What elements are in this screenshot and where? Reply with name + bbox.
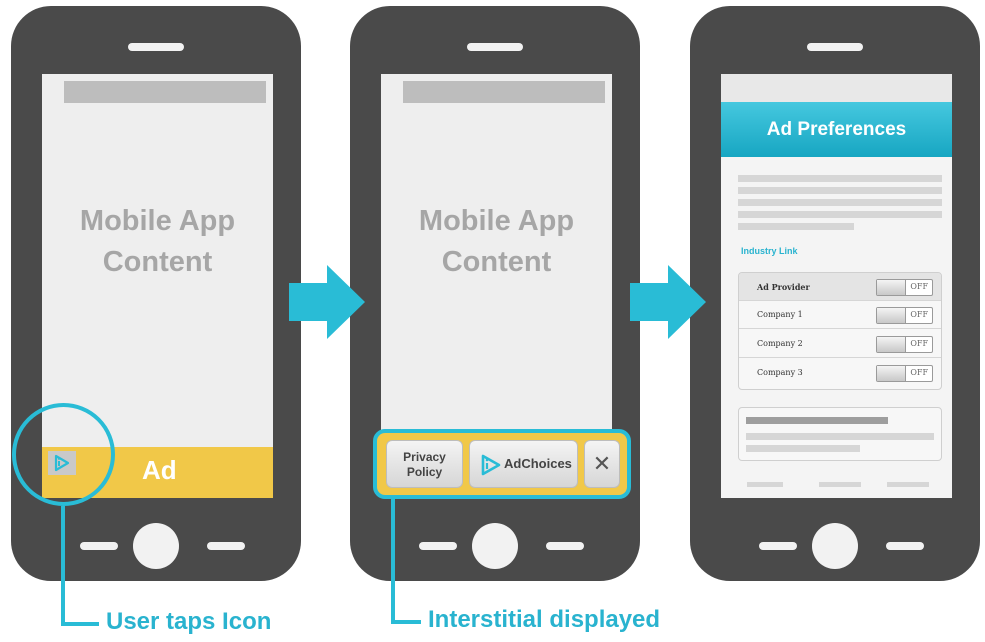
provider-label: Company 3 [757, 368, 803, 377]
callout-connector [61, 622, 99, 626]
screen-top-bar [403, 81, 605, 103]
phone-speaker [807, 43, 863, 51]
callout-connector [391, 620, 421, 624]
flow-arrow-icon [289, 265, 365, 339]
adchoices-icon [478, 453, 502, 480]
back-key [419, 542, 457, 550]
opt-out-toggle[interactable]: OFF [876, 336, 933, 353]
content-label-line1: Mobile App [418, 205, 575, 237]
toggle-knob [877, 280, 906, 295]
home-button [812, 523, 858, 569]
toggle-knob [877, 308, 906, 323]
flow-arrow-icon [630, 265, 706, 339]
opt-out-toggle[interactable]: OFF [876, 307, 933, 324]
menu-key [207, 542, 245, 550]
ad-label: Ad [142, 455, 177, 485]
callout-connector [61, 506, 65, 626]
info-box [738, 407, 942, 461]
content-label-line2: Content [441, 246, 552, 278]
ad-preferences-title: Ad Preferences [721, 102, 952, 157]
home-button [133, 523, 179, 569]
provider-label: Company 2 [757, 339, 803, 348]
content-label-line2: Content [102, 246, 213, 278]
toggle-state: OFF [910, 339, 928, 348]
provider-label: Company 1 [757, 310, 803, 319]
ad-provider-list: Ad Provider OFF Company 1 OFF Company 2 [738, 272, 942, 390]
tap-highlight-circle [12, 403, 115, 506]
close-button[interactable]: ✕ [584, 440, 620, 488]
placeholder-heading-line [746, 417, 888, 424]
phone-speaker [467, 43, 523, 51]
toggle-knob [877, 337, 906, 352]
adchoices-button[interactable]: AdChoices [469, 440, 578, 488]
placeholder-text-line [738, 211, 942, 218]
list-item: Company 1 OFF [739, 301, 941, 329]
placeholder-text-line [746, 445, 860, 452]
menu-key [886, 542, 924, 550]
opt-out-toggle[interactable]: OFF [876, 279, 933, 296]
privacy-policy-button[interactable]: Privacy Policy [386, 440, 463, 488]
home-button [472, 523, 518, 569]
toggle-knob [877, 366, 906, 381]
callout-connector [391, 499, 395, 624]
list-item: Company 3 OFF [739, 359, 941, 387]
screen-top-bar [64, 81, 266, 103]
phone-3: Ad Preferences Industry Link Ad Provider… [690, 6, 980, 581]
privacy-label-line2: Policy [406, 465, 443, 479]
industry-link[interactable]: Industry Link [741, 246, 798, 256]
phone-speaker [128, 43, 184, 51]
toggle-state: OFF [910, 310, 928, 319]
placeholder-text-line [746, 433, 934, 440]
toggle-state: OFF [910, 368, 928, 377]
menu-key [546, 542, 584, 550]
footer-link-placeholder [819, 482, 861, 487]
provider-label: Ad Provider [757, 282, 810, 292]
callout-user-taps-icon: User taps Icon [106, 608, 272, 635]
opt-out-toggle[interactable]: OFF [876, 365, 933, 382]
content-label-line1: Mobile App [79, 205, 236, 237]
ad-preferences-screen: Ad Preferences Industry Link Ad Provider… [721, 74, 952, 498]
back-key [80, 542, 118, 550]
placeholder-text-line [738, 175, 942, 182]
back-key [759, 542, 797, 550]
placeholder-text-line [738, 187, 942, 194]
privacy-label-line1: Privacy [403, 450, 446, 464]
screen-top-bar [721, 74, 952, 102]
list-item: Ad Provider OFF [739, 273, 941, 301]
adchoices-flow-diagram: Mobile App Content Ad Mobile App Content… [0, 0, 985, 642]
placeholder-text-line [738, 199, 942, 206]
interstitial-panel: Privacy Policy AdChoices ✕ [373, 429, 631, 499]
callout-interstitial-displayed: Interstitial displayed [428, 606, 661, 633]
placeholder-text-line [738, 223, 854, 230]
footer-link-placeholder [747, 482, 783, 487]
adchoices-label: AdChoices [504, 456, 572, 471]
list-item: Company 2 OFF [739, 330, 941, 358]
footer-link-placeholder [887, 482, 929, 487]
toggle-state: OFF [910, 282, 928, 291]
